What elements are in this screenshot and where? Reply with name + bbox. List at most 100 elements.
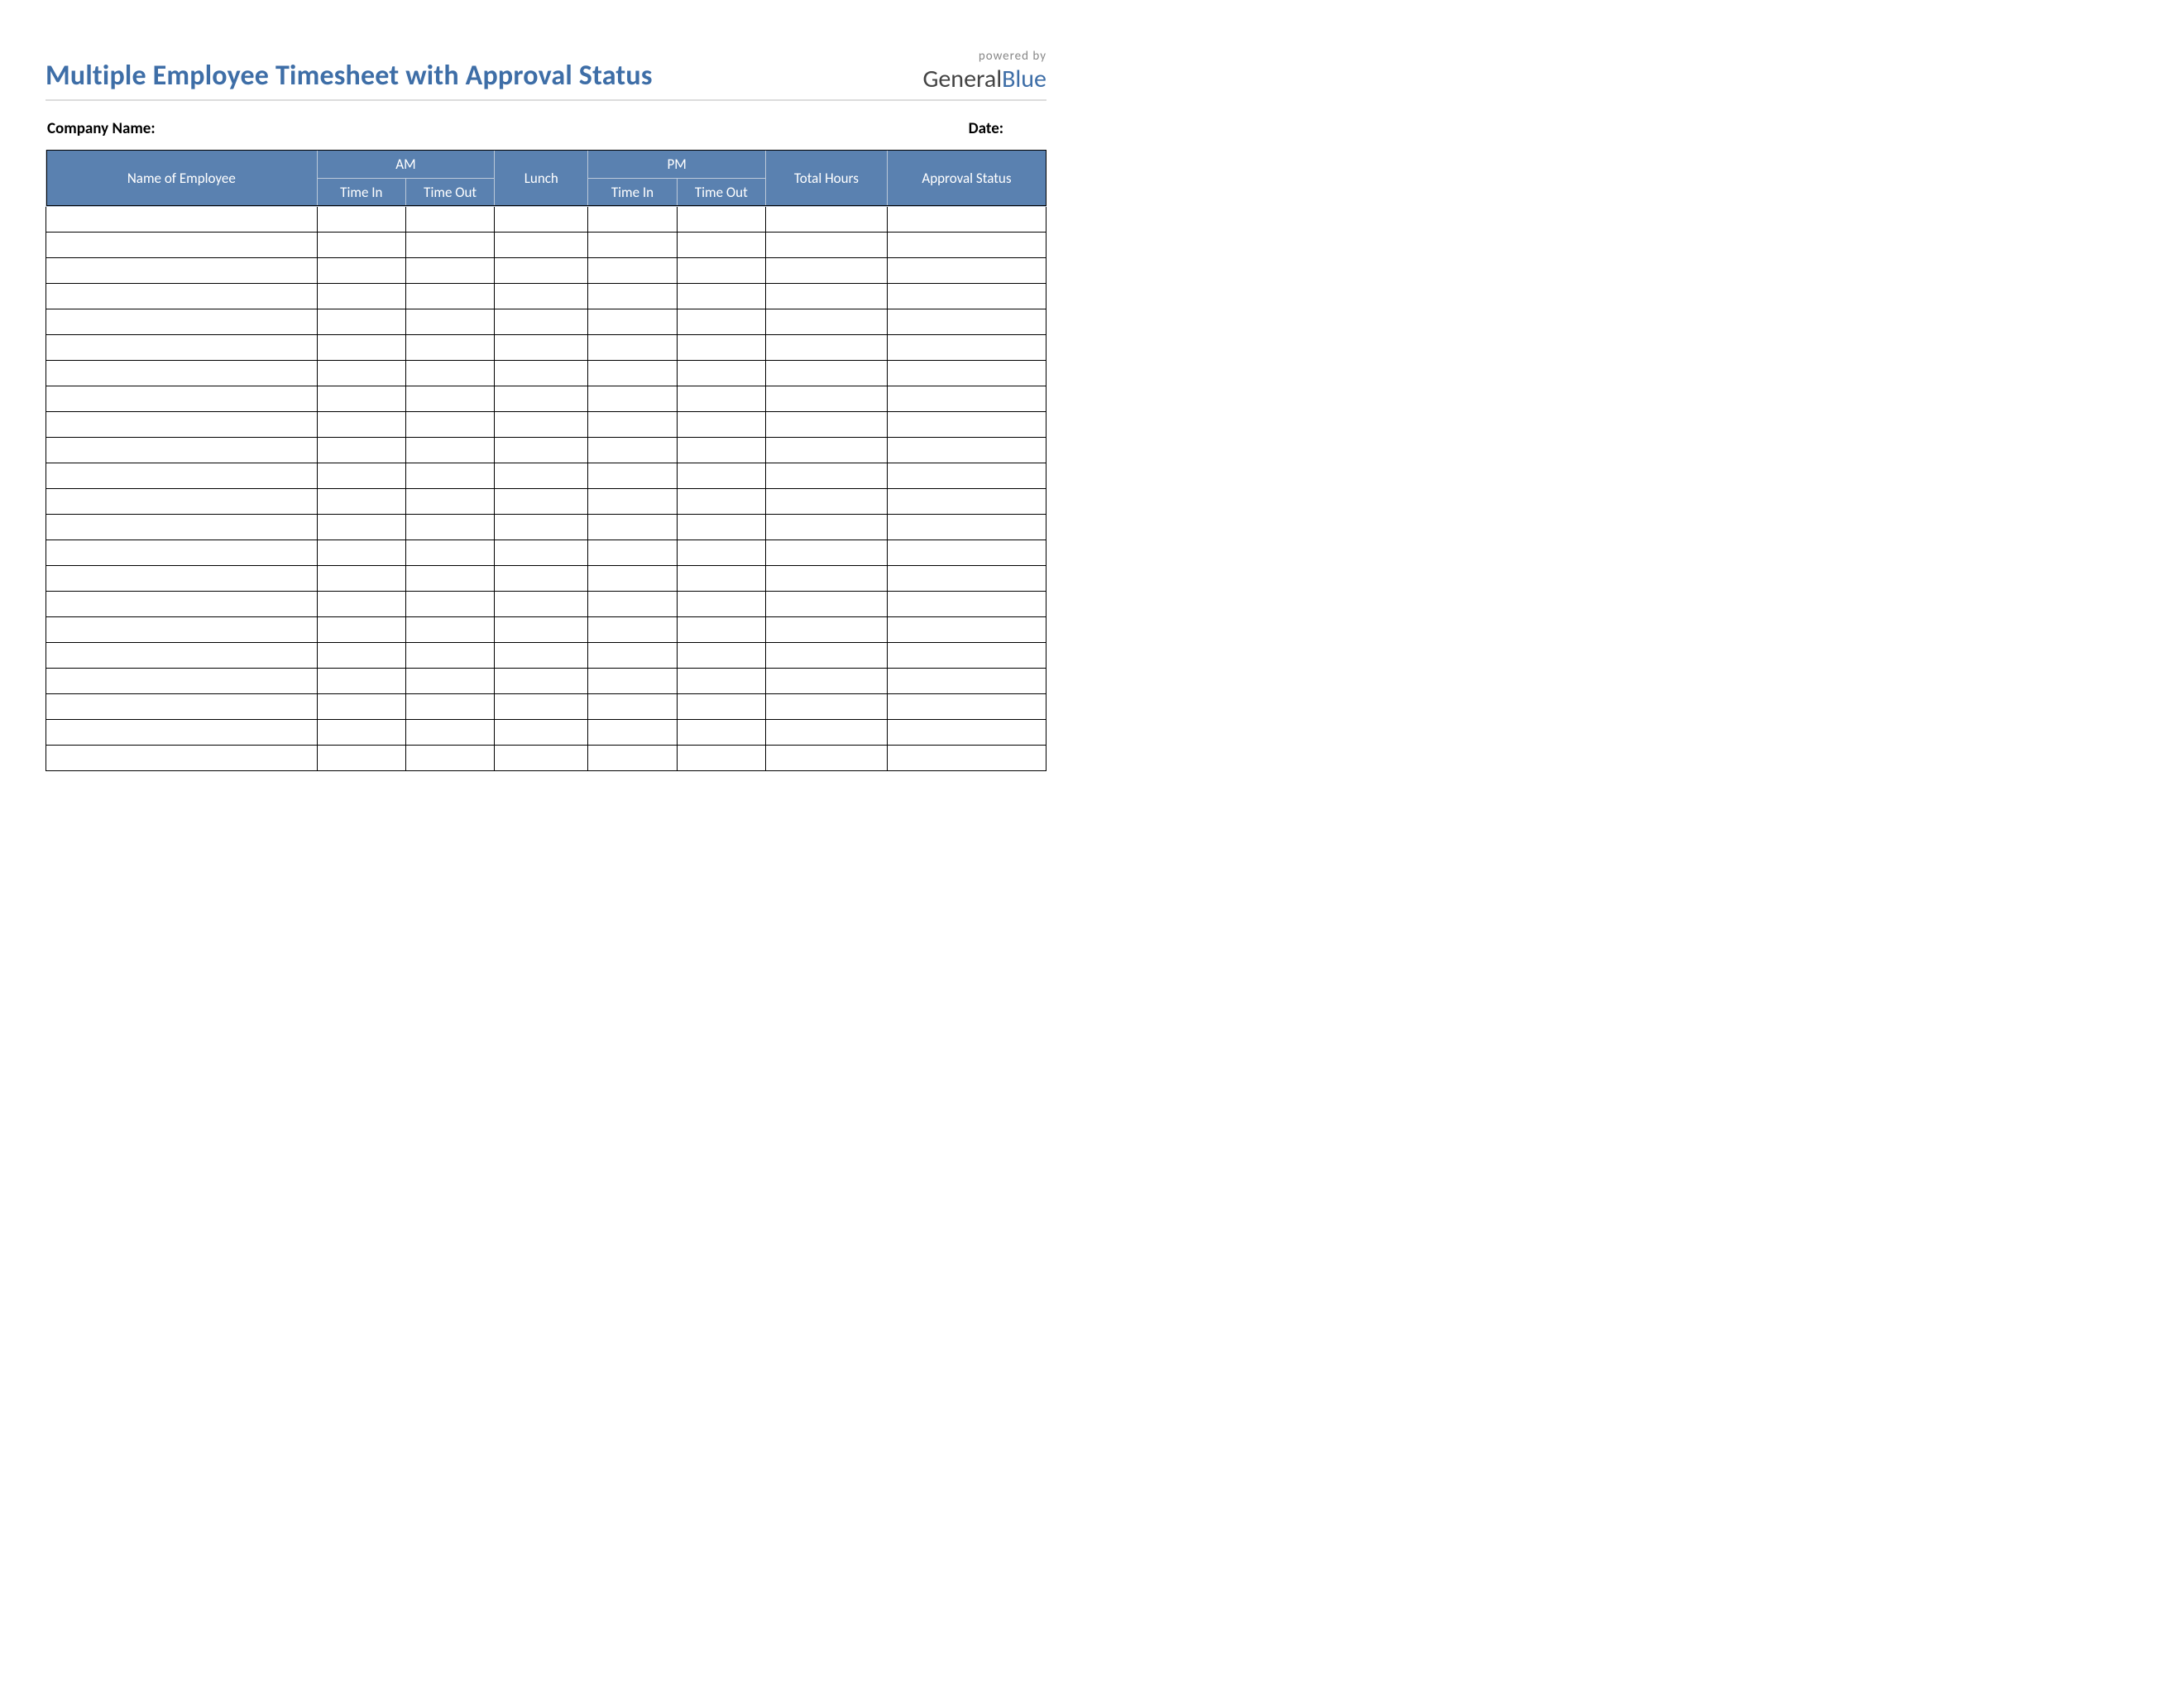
cell[interactable] [46, 411, 318, 437]
cell[interactable] [677, 232, 765, 257]
cell[interactable] [495, 257, 588, 283]
cell[interactable] [317, 719, 405, 745]
cell[interactable] [405, 360, 494, 386]
cell[interactable] [765, 668, 887, 693]
cell[interactable] [46, 360, 318, 386]
cell[interactable] [317, 591, 405, 616]
cell[interactable] [887, 283, 1046, 309]
cell[interactable] [46, 206, 318, 232]
cell[interactable] [765, 309, 887, 334]
cell[interactable] [317, 437, 405, 463]
cell[interactable] [765, 591, 887, 616]
cell[interactable] [46, 539, 318, 565]
cell[interactable] [677, 719, 765, 745]
cell[interactable] [765, 334, 887, 360]
cell[interactable] [887, 437, 1046, 463]
cell[interactable] [405, 463, 494, 488]
cell[interactable] [317, 463, 405, 488]
cell[interactable] [588, 693, 677, 719]
cell[interactable] [405, 719, 494, 745]
cell[interactable] [405, 539, 494, 565]
cell[interactable] [677, 565, 765, 591]
cell[interactable] [317, 206, 405, 232]
cell[interactable] [887, 386, 1046, 411]
cell[interactable] [677, 360, 765, 386]
cell[interactable] [588, 437, 677, 463]
cell[interactable] [495, 309, 588, 334]
cell[interactable] [405, 437, 494, 463]
cell[interactable] [317, 309, 405, 334]
cell[interactable] [588, 565, 677, 591]
cell[interactable] [495, 514, 588, 539]
cell[interactable] [887, 539, 1046, 565]
cell[interactable] [887, 642, 1046, 668]
cell[interactable] [765, 745, 887, 770]
cell[interactable] [495, 668, 588, 693]
cell[interactable] [46, 488, 318, 514]
cell[interactable] [495, 642, 588, 668]
cell[interactable] [46, 232, 318, 257]
cell[interactable] [677, 411, 765, 437]
cell[interactable] [887, 745, 1046, 770]
cell[interactable] [46, 745, 318, 770]
cell[interactable] [495, 437, 588, 463]
cell[interactable] [588, 514, 677, 539]
cell[interactable] [317, 386, 405, 411]
cell[interactable] [588, 719, 677, 745]
cell[interactable] [887, 360, 1046, 386]
cell[interactable] [46, 591, 318, 616]
cell[interactable] [405, 488, 494, 514]
cell[interactable] [887, 309, 1046, 334]
cell[interactable] [887, 693, 1046, 719]
cell[interactable] [588, 232, 677, 257]
cell[interactable] [588, 591, 677, 616]
cell[interactable] [887, 206, 1046, 232]
cell[interactable] [765, 232, 887, 257]
cell[interactable] [317, 693, 405, 719]
cell[interactable] [887, 719, 1046, 745]
cell[interactable] [677, 386, 765, 411]
cell[interactable] [677, 539, 765, 565]
cell[interactable] [495, 206, 588, 232]
cell[interactable] [677, 437, 765, 463]
cell[interactable] [588, 463, 677, 488]
cell[interactable] [317, 488, 405, 514]
cell[interactable] [887, 488, 1046, 514]
cell[interactable] [588, 206, 677, 232]
cell[interactable] [677, 668, 765, 693]
cell[interactable] [765, 488, 887, 514]
cell[interactable] [317, 232, 405, 257]
cell[interactable] [887, 411, 1046, 437]
cell[interactable] [495, 283, 588, 309]
cell[interactable] [317, 616, 405, 642]
cell[interactable] [588, 283, 677, 309]
cell[interactable] [677, 616, 765, 642]
cell[interactable] [495, 616, 588, 642]
cell[interactable] [405, 642, 494, 668]
cell[interactable] [588, 334, 677, 360]
cell[interactable] [405, 257, 494, 283]
cell[interactable] [405, 591, 494, 616]
cell[interactable] [677, 334, 765, 360]
cell[interactable] [765, 565, 887, 591]
cell[interactable] [765, 257, 887, 283]
cell[interactable] [405, 693, 494, 719]
cell[interactable] [46, 257, 318, 283]
cell[interactable] [495, 488, 588, 514]
cell[interactable] [677, 283, 765, 309]
cell[interactable] [46, 719, 318, 745]
cell[interactable] [46, 309, 318, 334]
cell[interactable] [46, 386, 318, 411]
cell[interactable] [46, 283, 318, 309]
cell[interactable] [46, 693, 318, 719]
cell[interactable] [765, 283, 887, 309]
cell[interactable] [46, 463, 318, 488]
cell[interactable] [46, 668, 318, 693]
cell[interactable] [765, 642, 887, 668]
cell[interactable] [46, 514, 318, 539]
cell[interactable] [495, 334, 588, 360]
cell[interactable] [887, 616, 1046, 642]
cell[interactable] [765, 616, 887, 642]
cell[interactable] [677, 463, 765, 488]
cell[interactable] [588, 386, 677, 411]
